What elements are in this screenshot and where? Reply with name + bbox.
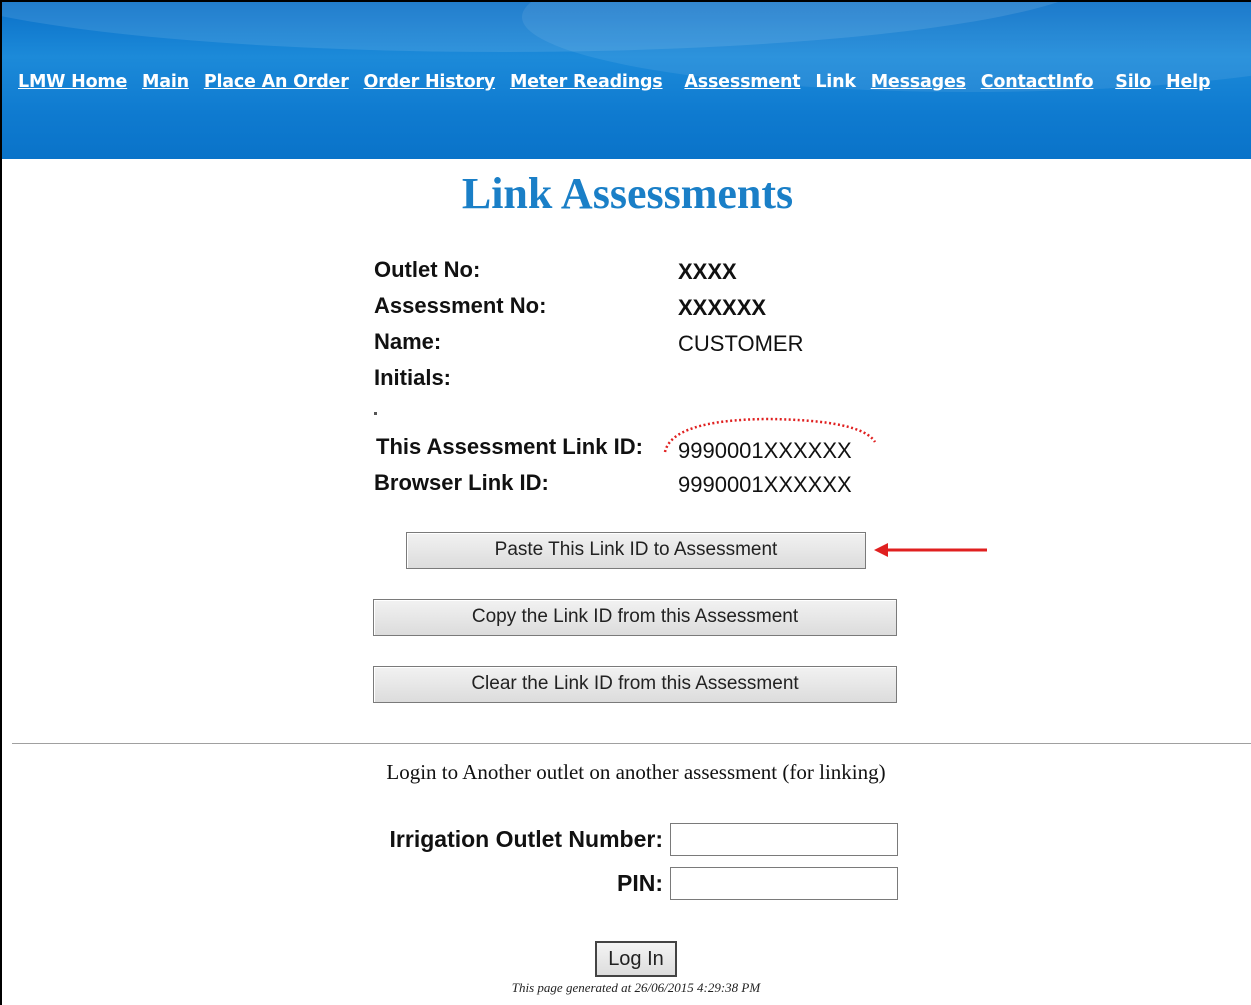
copy-link-id-button[interactable]: Copy the Link ID from this Assessment <box>373 599 897 636</box>
nav-meter-readings[interactable]: Meter Readings <box>510 72 663 92</box>
top-nav: LMW Home Main Place An Order Order Histo… <box>18 72 1219 92</box>
nav-link-current: Link <box>815 72 856 92</box>
header-banner: LMW Home Main Place An Order Order Histo… <box>2 2 1251 159</box>
page-generated-footer: This page generated at 26/06/2015 4:29:3… <box>511 980 761 995</box>
name-label: Name: <box>374 329 442 354</box>
assessment-no-label: Assessment No: <box>374 293 547 318</box>
nav-place-an-order[interactable]: Place An Order <box>204 72 349 92</box>
this-link-id-label: This Assessment Link ID: <box>376 434 643 459</box>
nav-lmw-home[interactable]: LMW Home <box>18 72 127 92</box>
separator-dot <box>374 412 377 415</box>
page: LMW Home Main Place An Order Order Histo… <box>0 0 1251 1005</box>
page-title: Link Assessments <box>461 169 794 218</box>
paste-link-id-button[interactable]: Paste This Link ID to Assessment <box>406 532 866 569</box>
outlet-number-label: Irrigation Outlet Number: <box>389 826 663 852</box>
nav-main[interactable]: Main <box>142 72 189 92</box>
nav-messages[interactable]: Messages <box>871 72 966 92</box>
arrow-annotation-icon <box>874 543 987 557</box>
login-heading: Login to Another outlet on another asses… <box>386 760 886 784</box>
outlet-no-value: XXXX <box>678 259 737 284</box>
nav-contactinfo[interactable]: ContactInfo <box>981 72 1094 92</box>
initials-label: Initials: <box>374 365 452 390</box>
nav-order-history[interactable]: Order History <box>364 72 496 92</box>
browser-link-id-label: Browser Link ID: <box>374 470 549 495</box>
nav-silo[interactable]: Silo <box>1115 72 1151 92</box>
browser-link-id-value: 9990001XXXXXX <box>678 472 852 497</box>
outlet-number-input[interactable] <box>670 823 898 856</box>
outlet-no-label: Outlet No: <box>374 257 481 282</box>
nav-assessment[interactable]: Assessment <box>684 72 800 92</box>
clear-link-id-button[interactable]: Clear the Link ID from this Assessment <box>373 666 897 703</box>
log-in-button[interactable]: Log In <box>595 941 677 977</box>
pin-input[interactable] <box>670 867 898 900</box>
highlight-ellipse-annotation <box>663 417 877 453</box>
divider <box>12 743 1251 744</box>
assessment-no-value: XXXXXX <box>678 295 767 320</box>
name-value: CUSTOMER <box>678 331 804 356</box>
pin-label: PIN: <box>617 870 663 896</box>
nav-help[interactable]: Help <box>1166 72 1210 92</box>
